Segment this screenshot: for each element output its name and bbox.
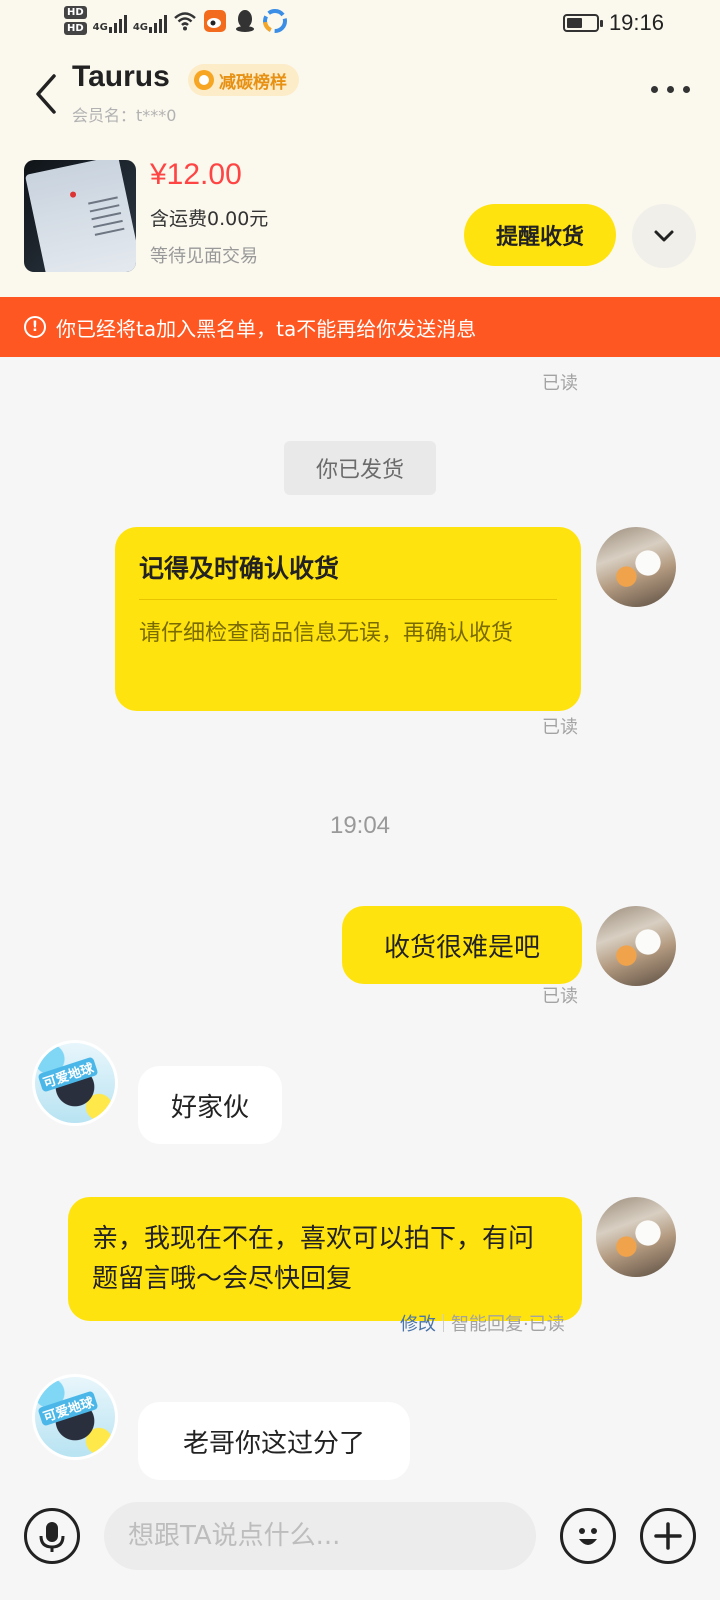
timestamp: 19:04 [329, 812, 391, 839]
hd-indicators: HD HD [64, 6, 87, 35]
weibo-icon [203, 9, 227, 33]
message-bubble-sent[interactable]: 亲，我现在不在，喜欢可以拍下，有问题留言哦～会尽快回复 [68, 1197, 582, 1321]
order-card[interactable]: ¥12.00 含运费0.00元 等待见面交易 提醒收货 [0, 144, 720, 297]
message-text: 老哥你这过分了 [182, 1428, 365, 1459]
dot-icon [683, 86, 690, 93]
message-text: 收货很难是吧 [383, 932, 540, 963]
back-button[interactable] [30, 70, 64, 118]
system-notice: 你已发货 [284, 441, 436, 495]
my-avatar[interactable] [596, 527, 676, 607]
auto-reply-status: 智能回复·已读 [451, 1314, 565, 1335]
leaf-badge-icon [194, 70, 214, 90]
emoji-button[interactable] [560, 1508, 616, 1564]
auto-reply-meta: 修改 智能回复·已读 [400, 1310, 565, 1336]
chevron-left-icon [36, 74, 56, 114]
product-thumbnail[interactable] [24, 160, 136, 272]
signal-1: 4G [93, 9, 127, 33]
card-body: 请仔细检查商品信息无误，再确认收货 [139, 621, 514, 646]
more-actions-button[interactable] [640, 1508, 696, 1564]
app-sync-icon [263, 8, 288, 33]
signal-2: 4G [132, 9, 168, 33]
more-options-button[interactable] [651, 86, 690, 93]
network-type-2: 4G [132, 21, 149, 33]
dot-icon [651, 86, 658, 93]
warning-icon: ! [24, 316, 46, 338]
input-bar [0, 1480, 720, 1600]
clock: 19:16 [608, 10, 664, 35]
message-text: 亲，我现在不在，喜欢可以拍下，有问题留言哦～会尽快回复 [92, 1224, 535, 1294]
member-name: 会员名：t***0 [72, 106, 177, 125]
shipping-fee: 含运费0.00元 [150, 208, 269, 230]
smiley-icon [579, 1528, 597, 1545]
hd2-badge: HD [64, 22, 87, 35]
carbon-badge[interactable]: 减碳榜样 [188, 64, 299, 96]
my-avatar[interactable] [596, 906, 676, 986]
confirm-card[interactable]: 记得及时确认收货 请仔细检查商品信息无误，再确认收货 [115, 527, 581, 711]
message-bubble-received[interactable]: 好家伙 [138, 1066, 282, 1144]
plus-icon [654, 1522, 682, 1550]
microphone-icon [39, 1522, 65, 1552]
status-bar: HD HD 4G 4G 19:16 [0, 0, 720, 48]
card-divider [139, 599, 557, 600]
signal-bars-icon [108, 11, 127, 33]
chat-header: Taurus 减碳榜样 会员名：t***0 [0, 48, 720, 144]
read-status: 已读 [542, 717, 578, 738]
contact-avatar[interactable]: 可爱地球 [32, 1040, 118, 1126]
qq-icon [233, 9, 257, 33]
blacklist-banner: ! 你已经将ta加入黑名单，ta不能再给你发送消息 [0, 297, 720, 357]
chat-area[interactable]: 已读 你已发货 记得及时确认收货 请仔细检查商品信息无误，再确认收货 已读 19… [0, 357, 720, 1480]
hd1-badge: HD [64, 6, 87, 19]
contact-name[interactable]: Taurus [72, 60, 170, 94]
expand-order-button[interactable] [632, 204, 696, 268]
meta-divider [443, 1314, 444, 1332]
my-avatar[interactable] [596, 1197, 676, 1277]
read-status: 已读 [542, 986, 578, 1007]
signal-bars-icon [149, 11, 168, 33]
dot-icon [667, 86, 674, 93]
edit-link[interactable]: 修改 [400, 1310, 436, 1336]
message-bubble-sent[interactable]: 收货很难是吧 [342, 906, 582, 984]
message-input[interactable] [104, 1502, 536, 1570]
system-notice-text: 你已发货 [315, 458, 404, 483]
avatar-tag: 可爱地球 [37, 1390, 99, 1427]
voice-button[interactable] [24, 1508, 80, 1564]
chevron-down-icon [654, 230, 674, 242]
avatar-tag: 可爱地球 [37, 1056, 99, 1093]
message-bubble-received[interactable]: 老哥你这过分了 [138, 1402, 410, 1480]
read-status: 已读 [542, 373, 578, 394]
message-text: 好家伙 [170, 1092, 249, 1123]
remind-receipt-button[interactable]: 提醒收货 [464, 204, 616, 266]
order-price: ¥12.00 [150, 158, 242, 191]
card-title: 记得及时确认收货 [139, 554, 340, 583]
network-type-1: 4G [92, 21, 108, 33]
contact-avatar[interactable]: 可爱地球 [32, 1374, 118, 1460]
battery-icon [562, 14, 603, 32]
order-status: 等待见面交易 [150, 246, 258, 267]
wifi-icon [173, 9, 197, 33]
badge-label: 减碳榜样 [219, 72, 287, 93]
banner-text: 你已经将ta加入黑名单，ta不能再给你发送消息 [56, 316, 477, 341]
